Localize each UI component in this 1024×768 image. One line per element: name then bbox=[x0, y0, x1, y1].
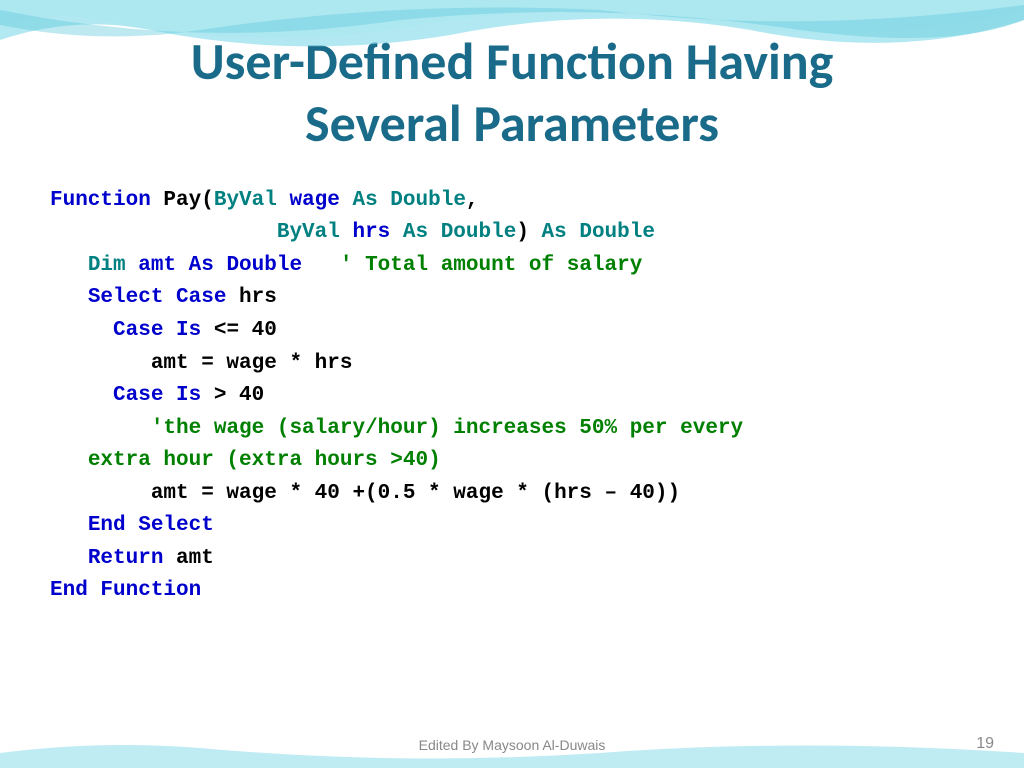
wave-bottom-decoration bbox=[0, 738, 1024, 768]
code-line-13: End Function bbox=[50, 575, 974, 608]
code-line-5: Case Is <= 40 bbox=[50, 315, 974, 348]
wave-top-decoration bbox=[0, 0, 1024, 80]
code-line-6: amt = wage * hrs bbox=[50, 348, 974, 381]
code-line-3: Dim amt As Double ' Total amount of sala… bbox=[50, 250, 974, 283]
code-line-1: Function Pay(ByVal wage As Double, bbox=[50, 185, 974, 218]
code-block: Function Pay(ByVal wage As Double, ByVal… bbox=[0, 165, 1024, 618]
code-line-12: Return amt bbox=[50, 543, 974, 576]
slide: User-Defined Function Having Several Par… bbox=[0, 0, 1024, 768]
code-line-7: Case Is > 40 bbox=[50, 380, 974, 413]
title-line2: Several Parameters bbox=[305, 91, 719, 155]
code-line-9: extra hour (extra hours >40) bbox=[50, 445, 974, 478]
code-line-4: Select Case hrs bbox=[50, 282, 974, 315]
code-line-11: End Select bbox=[50, 510, 974, 543]
code-line-10: amt = wage * 40 +(0.5 * wage * (hrs – 40… bbox=[50, 478, 974, 511]
code-line-8: 'the wage (salary/hour) increases 50% pe… bbox=[50, 413, 974, 446]
code-line-2: ByVal hrs As Double) As Double bbox=[50, 217, 974, 250]
